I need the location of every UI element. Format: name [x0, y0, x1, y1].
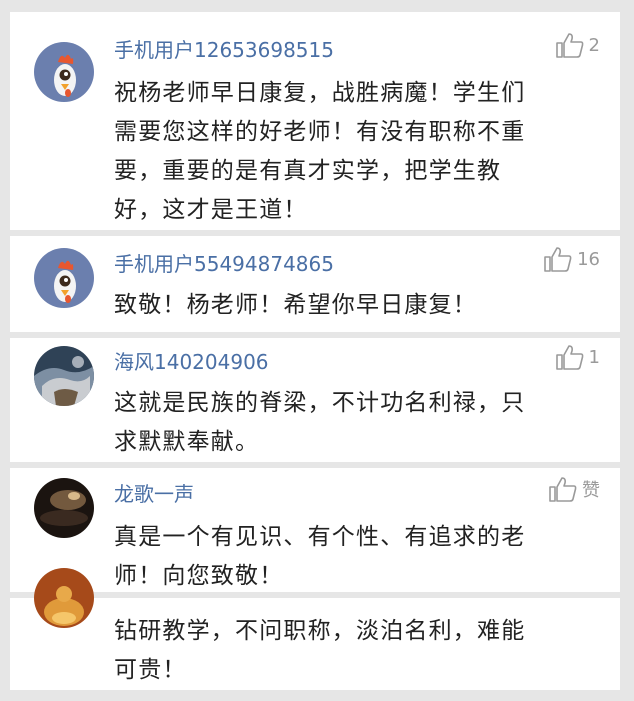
- user-avatar[interactable]: [34, 568, 94, 628]
- user-avatar[interactable]: [34, 346, 94, 406]
- buddha-photo-avatar: [34, 568, 94, 628]
- comment-card: 钻研教学，不问职称，淡泊名利，难能 可贵！: [10, 568, 620, 690]
- thumbs-up-icon: [549, 477, 577, 502]
- comment-card: 龙歌一声 赞 真是一个有见识、有个性、有追求的老 师！向您致敬！: [10, 468, 620, 592]
- comment-text: 祝杨老师早日康复，战胜病魔！学生们 需要您这样的好老师！有没有职称不重 要，重要…: [114, 80, 526, 223]
- like-count: 16: [577, 248, 600, 270]
- rooster-icon: [34, 248, 94, 308]
- like-button[interactable]: 2: [555, 32, 600, 58]
- like-label: 赞: [582, 480, 600, 501]
- user-avatar[interactable]: [34, 478, 94, 538]
- comment-username[interactable]: 龙歌一声: [114, 478, 194, 507]
- thumbs-up-icon: [555, 33, 583, 58]
- comment-text: 钻研教学，不问职称，淡泊名利，难能 可贵！: [114, 618, 526, 683]
- dark-photo-avatar: [34, 478, 94, 538]
- comment-username[interactable]: 手机用户55494874865: [114, 248, 334, 277]
- comment-card: 手机用户12653698515 2 祝杨老师早日康复，战胜病魔！学生们 需要您这…: [10, 12, 620, 230]
- thumbs-up-icon: [555, 345, 583, 370]
- user-avatar[interactable]: [34, 248, 94, 308]
- comment-text: 这就是民族的脊梁，不计功名利禄，只 求默默奉献。: [114, 390, 526, 455]
- comment-text: 致敬！杨老师！希望你早日康复！: [114, 292, 477, 318]
- like-button[interactable]: 赞: [548, 476, 600, 502]
- comment-text: 真是一个有见识、有个性、有追求的老 师！向您致敬！: [114, 524, 526, 589]
- comment-username[interactable]: 海风140204906: [114, 346, 269, 375]
- like-button[interactable]: 1: [555, 344, 600, 370]
- comment-username[interactable]: 手机用户12653698515: [114, 34, 334, 63]
- landscape-photo-avatar: [34, 346, 94, 406]
- comment-card: 手机用户55494874865 16 致敬！杨老师！希望你早日康复！: [10, 236, 620, 332]
- comment-card: 海风140204906 1 这就是民族的脊梁，不计功名利禄，只 求默默奉献。: [10, 338, 620, 462]
- like-count: 2: [588, 34, 600, 56]
- like-count: 1: [588, 346, 600, 368]
- user-avatar[interactable]: [34, 42, 94, 102]
- rooster-icon: [34, 42, 94, 102]
- like-button[interactable]: 16: [543, 246, 600, 272]
- thumbs-up-icon: [544, 247, 572, 272]
